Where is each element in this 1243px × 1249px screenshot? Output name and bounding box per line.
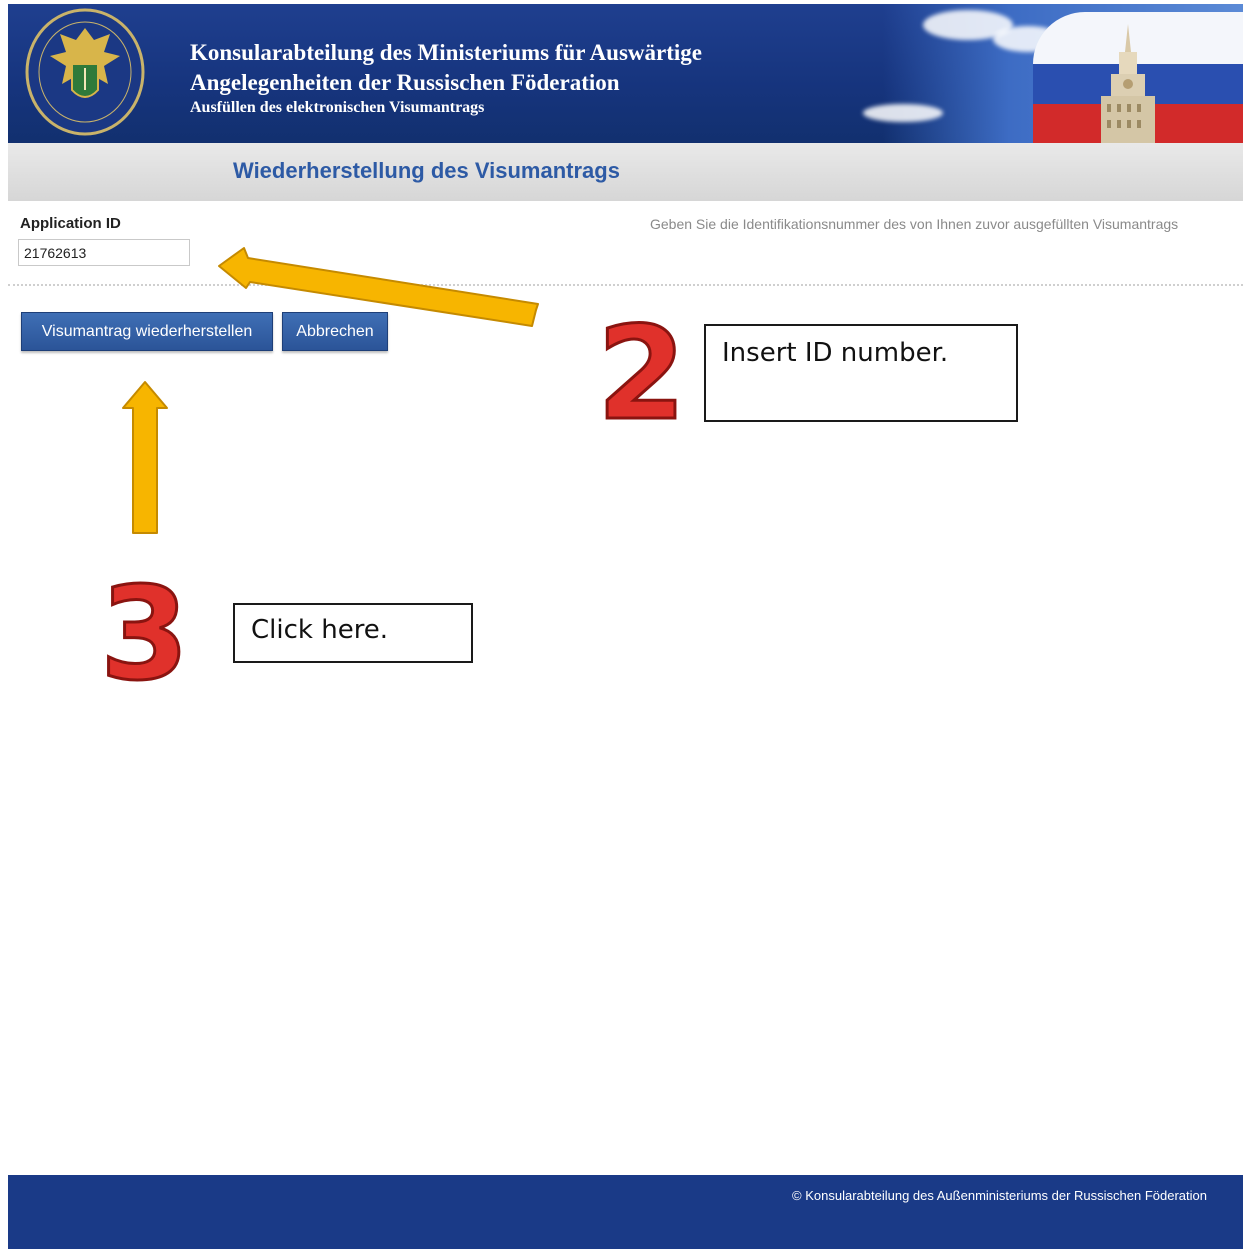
step-2-text: Insert ID number. [722, 338, 949, 368]
site-header: Konsularabteilung des Ministeriums für A… [8, 4, 1243, 143]
arrow-to-button-icon [122, 381, 168, 534]
cancel-button[interactable]: Abbrechen [282, 312, 388, 351]
dotted-divider [8, 284, 1243, 286]
coat-of-arms-emblem [25, 8, 145, 136]
step-3-number: 3 [100, 560, 189, 709]
step-3-callout: Click here. [233, 603, 473, 663]
site-footer: © Konsularabteilung des Außenministerium… [8, 1175, 1243, 1249]
application-id-input[interactable] [18, 239, 190, 266]
application-id-hint: Geben Sie die Identifikationsnummer des … [650, 216, 1179, 232]
cloud-decoration [863, 104, 943, 122]
page-title: Wiederherstellung des Visumantrags [233, 158, 620, 183]
step-3-text: Click here. [251, 615, 389, 645]
application-id-label: Application ID [20, 215, 121, 232]
site-title-line2: Angelegenheiten der Russischen Föderatio… [190, 70, 620, 95]
site-title-line1: Konsularabteilung des Ministeriums für A… [190, 40, 702, 65]
footer-copyright: © Konsularabteilung des Außenministerium… [792, 1188, 1207, 1203]
restore-application-button[interactable]: Visumantrag wiederherstellen [21, 312, 273, 351]
ministry-tower-image [1101, 24, 1155, 143]
site-title-block: Konsularabteilung des Ministeriums für A… [190, 38, 702, 118]
site-subtitle: Ausfüllen des elektronischen Visumantrag… [190, 99, 485, 116]
step-2-number: 2 [597, 300, 686, 449]
page-title-bar: Wiederherstellung des Visumantrags [8, 143, 1243, 201]
step-2-callout: Insert ID number. [704, 324, 1018, 422]
